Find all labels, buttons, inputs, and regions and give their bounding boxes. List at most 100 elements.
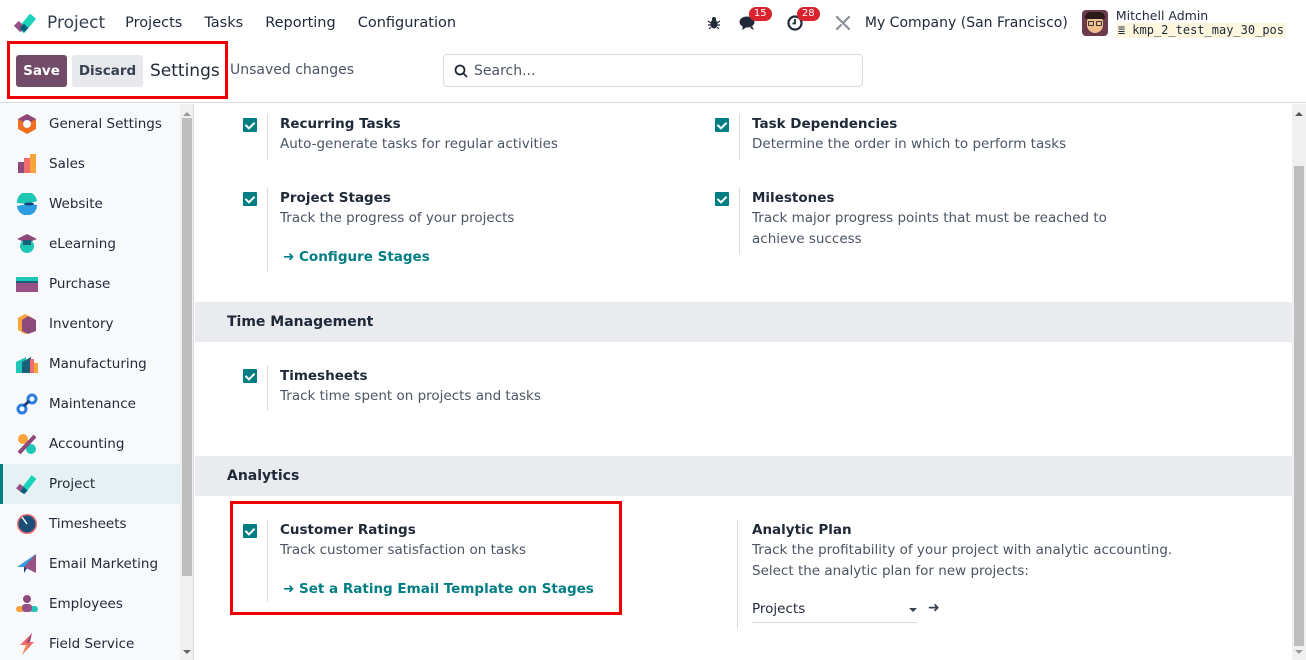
analytic-plan-value: Projects [752, 601, 806, 617]
sidebar-item-accounting[interactable]: Accounting [0, 424, 180, 464]
sidebar-item-sales[interactable]: Sales [0, 144, 180, 184]
project-icon [16, 473, 38, 495]
sidebar-item-field-service[interactable]: Field Service [0, 624, 180, 660]
database-icon: ≣ [1117, 22, 1133, 37]
analytic-plan-select[interactable]: Projects [752, 601, 917, 623]
project-stages-checkbox[interactable] [243, 192, 257, 206]
task-dependencies-desc: Determine the order in which to perform … [752, 136, 1067, 152]
sidebar-item-inventory[interactable]: Inventory [0, 304, 180, 344]
sidebar-item-label: Employees [49, 596, 123, 612]
sidebar-item-label: Website [49, 196, 103, 212]
app-name: Project [47, 12, 106, 33]
company-switcher[interactable]: My Company (San Francisco) [865, 15, 1068, 31]
accounting-icon [16, 433, 38, 455]
scroll-down-arrow-icon[interactable] [183, 650, 191, 654]
sidebar-item-label: Inventory [49, 316, 114, 332]
sidebar-item-email-marketing[interactable]: Email Marketing [0, 544, 180, 584]
recurring-tasks-desc: Auto-generate tasks for regular activiti… [280, 136, 558, 152]
inventory-icon [16, 313, 38, 335]
task-dependencies-title: Task Dependencies [752, 116, 898, 132]
project-stages-desc: Track the progress of your projects [280, 210, 515, 226]
sales-icon [16, 153, 38, 175]
divider [267, 365, 268, 411]
menu-projects[interactable]: Projects [125, 15, 182, 31]
sidebar-item-project[interactable]: Project [0, 464, 180, 504]
user-avatar[interactable] [1081, 9, 1108, 36]
settings-sidebar: General Settings Sales Website eLearning… [0, 104, 180, 660]
divider [739, 188, 740, 254]
email-marketing-icon [16, 553, 38, 575]
arrow-right-icon: ➜ [283, 249, 300, 265]
activities-button[interactable]: 28 [787, 6, 820, 31]
sidebar-item-label: eLearning [49, 236, 116, 252]
milestones-desc: Track major progress points that must be… [752, 210, 1107, 247]
debug-button[interactable] [707, 16, 721, 30]
menu-reporting[interactable]: Reporting [265, 15, 336, 31]
analytic-plan-desc-2: Select the analytic plan for new project… [752, 563, 1029, 579]
sidebar-item-elearning[interactable]: eLearning [0, 224, 180, 264]
maintenance-icon [16, 393, 38, 415]
recurring-tasks-checkbox[interactable] [243, 118, 257, 132]
highlight-box-customer-ratings [230, 501, 622, 615]
timesheets-checkbox[interactable] [243, 369, 257, 383]
search-input[interactable] [474, 62, 854, 79]
milestones-title: Milestones [752, 190, 835, 206]
scroll-down-arrow-icon[interactable] [1295, 650, 1303, 654]
tools-button[interactable] [835, 15, 851, 31]
sidebar-item-employees[interactable]: Employees [0, 584, 180, 624]
project-stages-title: Project Stages [280, 190, 391, 206]
content-scrollbar[interactable] [1292, 104, 1306, 660]
sidebar-item-label: Manufacturing [49, 356, 147, 372]
content-scroll-thumb[interactable] [1294, 166, 1304, 646]
milestones-checkbox[interactable] [715, 192, 729, 206]
analytic-plan-open-button[interactable]: ➜ [928, 600, 940, 616]
scroll-up-arrow-icon[interactable] [183, 112, 191, 116]
divider [737, 520, 738, 628]
user-menu[interactable]: Mitchell Admin ≣ kmp_2_test_may_30_pos [1115, 7, 1286, 38]
menu-tasks[interactable]: Tasks [204, 15, 243, 31]
sidebar-item-label: Maintenance [49, 396, 136, 412]
menu-configuration[interactable]: Configuration [358, 15, 456, 31]
sidebar-item-maintenance[interactable]: Maintenance [0, 384, 180, 424]
database-label: kmp_2_test_may_30_pos [1132, 22, 1284, 37]
elearning-icon [16, 233, 38, 255]
sidebar-item-label: Project [49, 476, 96, 492]
sidebar-item-purchase[interactable]: Purchase [0, 264, 180, 304]
configure-stages-label: Configure Stages [299, 249, 430, 265]
top-navbar: Project Projects Tasks Reporting Configu… [0, 0, 1306, 45]
messages-button[interactable]: 15 [739, 6, 772, 31]
analytic-plan-desc: Track the profitability of your project … [752, 542, 1173, 558]
sidebar-item-label: Purchase [49, 276, 111, 292]
divider [739, 114, 740, 160]
sidebar-scroll-thumb[interactable] [182, 118, 192, 576]
search-icon [454, 64, 468, 78]
sidebar-item-general-settings[interactable]: General Settings [0, 104, 180, 144]
unsaved-status: Unsaved changes [230, 62, 355, 78]
timesheets-desc: Track time spent on projects and tasks [280, 388, 541, 404]
configure-stages-link[interactable]: ➜ Configure Stages [283, 249, 430, 265]
tools-icon [835, 15, 850, 30]
app-brand[interactable]: Project [13, 12, 125, 33]
analytic-plan-title: Analytic Plan [752, 522, 852, 538]
user-name: Mitchell Admin [1115, 7, 1209, 23]
recurring-tasks-title: Recurring Tasks [280, 116, 401, 132]
website-icon [16, 191, 38, 216]
task-dependencies-checkbox[interactable] [715, 118, 729, 132]
search-box[interactable] [443, 54, 863, 87]
highlight-box-save [7, 41, 228, 99]
sidebar-item-label: Timesheets [49, 516, 127, 532]
purchase-icon [16, 273, 38, 295]
scroll-up-arrow-icon[interactable] [1295, 112, 1303, 116]
bug-icon [707, 16, 721, 29]
sidebar-item-label: Accounting [49, 436, 125, 452]
sidebar-item-website[interactable]: Website [0, 184, 180, 224]
sidebar-item-label: Field Service [49, 636, 135, 652]
sidebar-item-manufacturing[interactable]: Manufacturing [0, 344, 180, 384]
sidebar-item-label: General Settings [49, 116, 162, 132]
messages-badge: 15 [748, 6, 772, 21]
sidebar-item-label: Email Marketing [49, 556, 159, 572]
divider [267, 114, 268, 160]
activities-badge: 28 [796, 6, 820, 21]
sidebar-scrollbar[interactable] [180, 104, 194, 660]
sidebar-item-timesheets[interactable]: Timesheets [0, 504, 180, 544]
